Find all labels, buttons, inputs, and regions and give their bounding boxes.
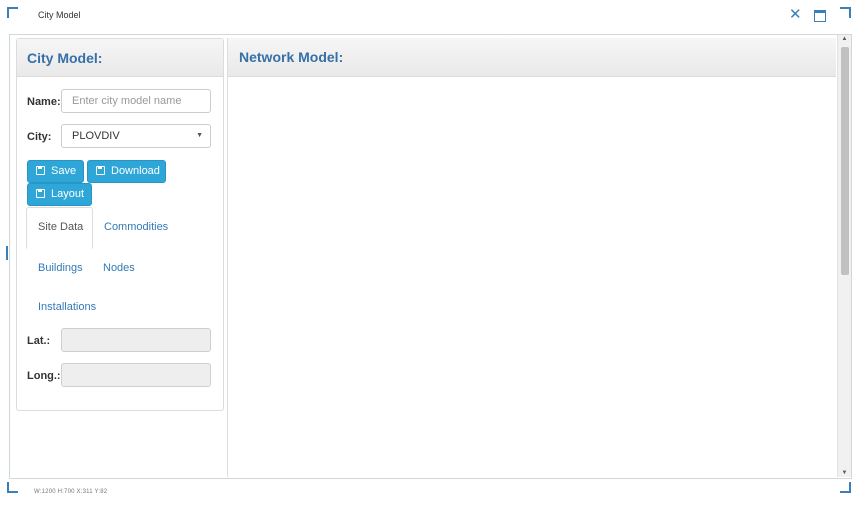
- vertical-scrollbar[interactable]: ▲ ▼: [837, 35, 851, 477]
- tab-commodities[interactable]: Commodities: [104, 221, 168, 233]
- layout-button-label: Layout: [51, 188, 85, 200]
- close-icon[interactable]: ✕: [789, 7, 802, 22]
- lat-label: Lat.:: [27, 335, 51, 347]
- long-label: Long.:: [27, 370, 61, 382]
- city-label: City:: [27, 131, 52, 143]
- scroll-up-icon[interactable]: ▲: [838, 36, 851, 42]
- city-select[interactable]: PLOVDIV ▼: [61, 124, 211, 148]
- maximize-icon[interactable]: [813, 8, 827, 22]
- resize-edge-left[interactable]: [6, 246, 8, 260]
- tab-nodes[interactable]: Nodes: [103, 262, 135, 274]
- status-bar: W:1200 H:700 X:311 Y:82: [34, 489, 108, 495]
- save-button-label: Save: [51, 165, 77, 177]
- resize-corner-top-right[interactable]: [840, 7, 851, 18]
- tab-installations[interactable]: Installations: [38, 301, 96, 313]
- chevron-down-icon: ▼: [196, 132, 203, 139]
- resize-corner-bottom-right[interactable]: [840, 482, 851, 493]
- floppy-disk-icon: [36, 189, 45, 198]
- lat-input: [61, 328, 211, 352]
- resize-corner-top-left[interactable]: [7, 7, 18, 18]
- city-select-value: PLOVDIV: [72, 130, 120, 142]
- layout-button[interactable]: Layout: [27, 183, 92, 206]
- network-model-heading: Network Model:: [228, 38, 836, 77]
- tab-site-data[interactable]: Site Data: [38, 221, 83, 233]
- city-model-heading: City Model:: [17, 39, 223, 77]
- network-model-panel: Network Model:: [227, 38, 836, 477]
- name-label: Name:: [27, 96, 61, 108]
- scrollbar-thumb[interactable]: [841, 47, 849, 275]
- download-button-label: Download: [111, 165, 160, 177]
- floppy-disk-icon: [96, 166, 105, 175]
- name-input[interactable]: [61, 89, 211, 113]
- resize-corner-bottom-left[interactable]: [7, 482, 18, 493]
- window-title: City Model: [38, 10, 81, 20]
- scroll-down-icon[interactable]: ▼: [838, 470, 851, 476]
- download-button[interactable]: Download: [87, 160, 166, 183]
- long-input: [61, 363, 211, 387]
- floppy-disk-icon: [36, 166, 45, 175]
- tab-buildings[interactable]: Buildings: [38, 262, 83, 274]
- save-button[interactable]: Save: [27, 160, 84, 183]
